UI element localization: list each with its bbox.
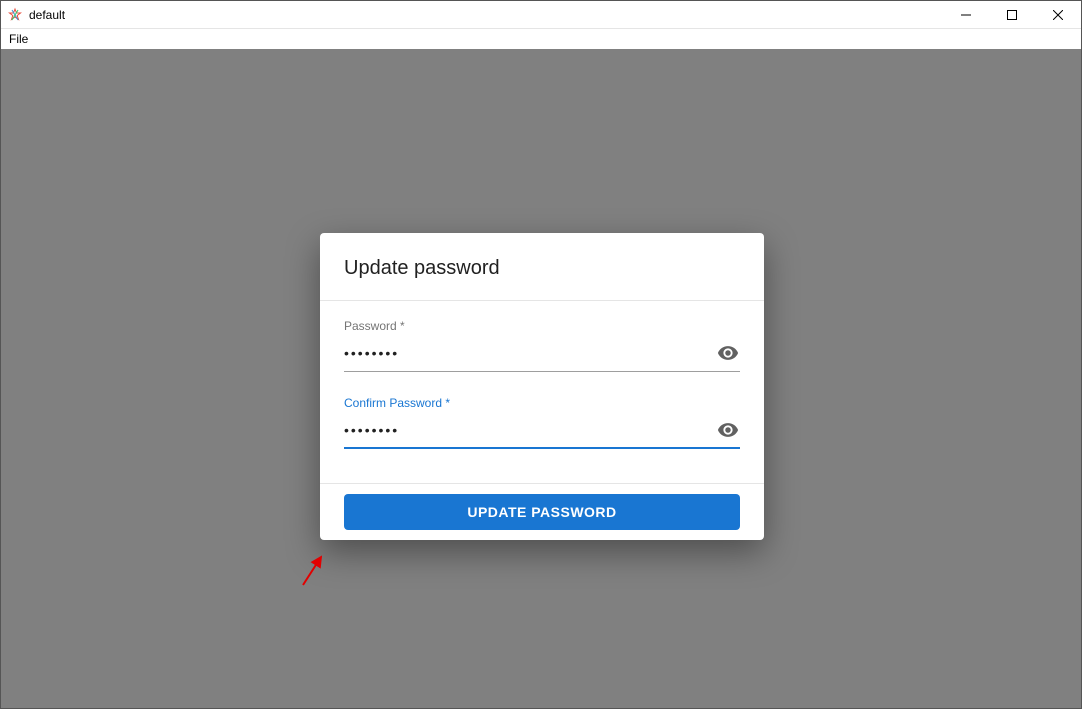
update-password-button[interactable]: UPDATE PASSWORD <box>344 494 740 530</box>
eye-icon <box>717 419 739 441</box>
app-icon <box>7 7 23 23</box>
update-password-dialog: Update password Password * •••••••• Conf… <box>320 233 764 540</box>
confirm-password-field: Confirm Password * •••••••• <box>344 396 740 449</box>
maximize-button[interactable] <box>989 1 1035 28</box>
confirm-password-label: Confirm Password * <box>344 396 740 410</box>
dialog-footer: UPDATE PASSWORD <box>320 484 764 540</box>
dialog-body: Password * •••••••• Confirm Password * •… <box>320 301 764 484</box>
password-input[interactable]: •••••••• <box>344 345 716 361</box>
menubar: File <box>1 29 1081 49</box>
toggle-confirm-password-visibility[interactable] <box>716 418 740 442</box>
annotation-arrow <box>299 549 329 589</box>
close-button[interactable] <box>1035 1 1081 28</box>
dialog-header: Update password <box>320 233 764 301</box>
password-input-row: •••••••• <box>344 341 740 372</box>
toggle-password-visibility[interactable] <box>716 341 740 365</box>
confirm-password-input-row: •••••••• <box>344 418 740 449</box>
confirm-password-input[interactable]: •••••••• <box>344 422 716 438</box>
password-field: Password * •••••••• <box>344 319 740 372</box>
menu-file[interactable]: File <box>5 32 32 46</box>
eye-icon <box>717 342 739 364</box>
password-label: Password * <box>344 319 740 333</box>
window-titlebar: default <box>1 1 1081 29</box>
window-controls <box>943 1 1081 28</box>
window-title: default <box>29 8 943 22</box>
minimize-button[interactable] <box>943 1 989 28</box>
dialog-title: Update password <box>344 257 740 280</box>
content-viewport: Update password Password * •••••••• Conf… <box>1 49 1081 708</box>
